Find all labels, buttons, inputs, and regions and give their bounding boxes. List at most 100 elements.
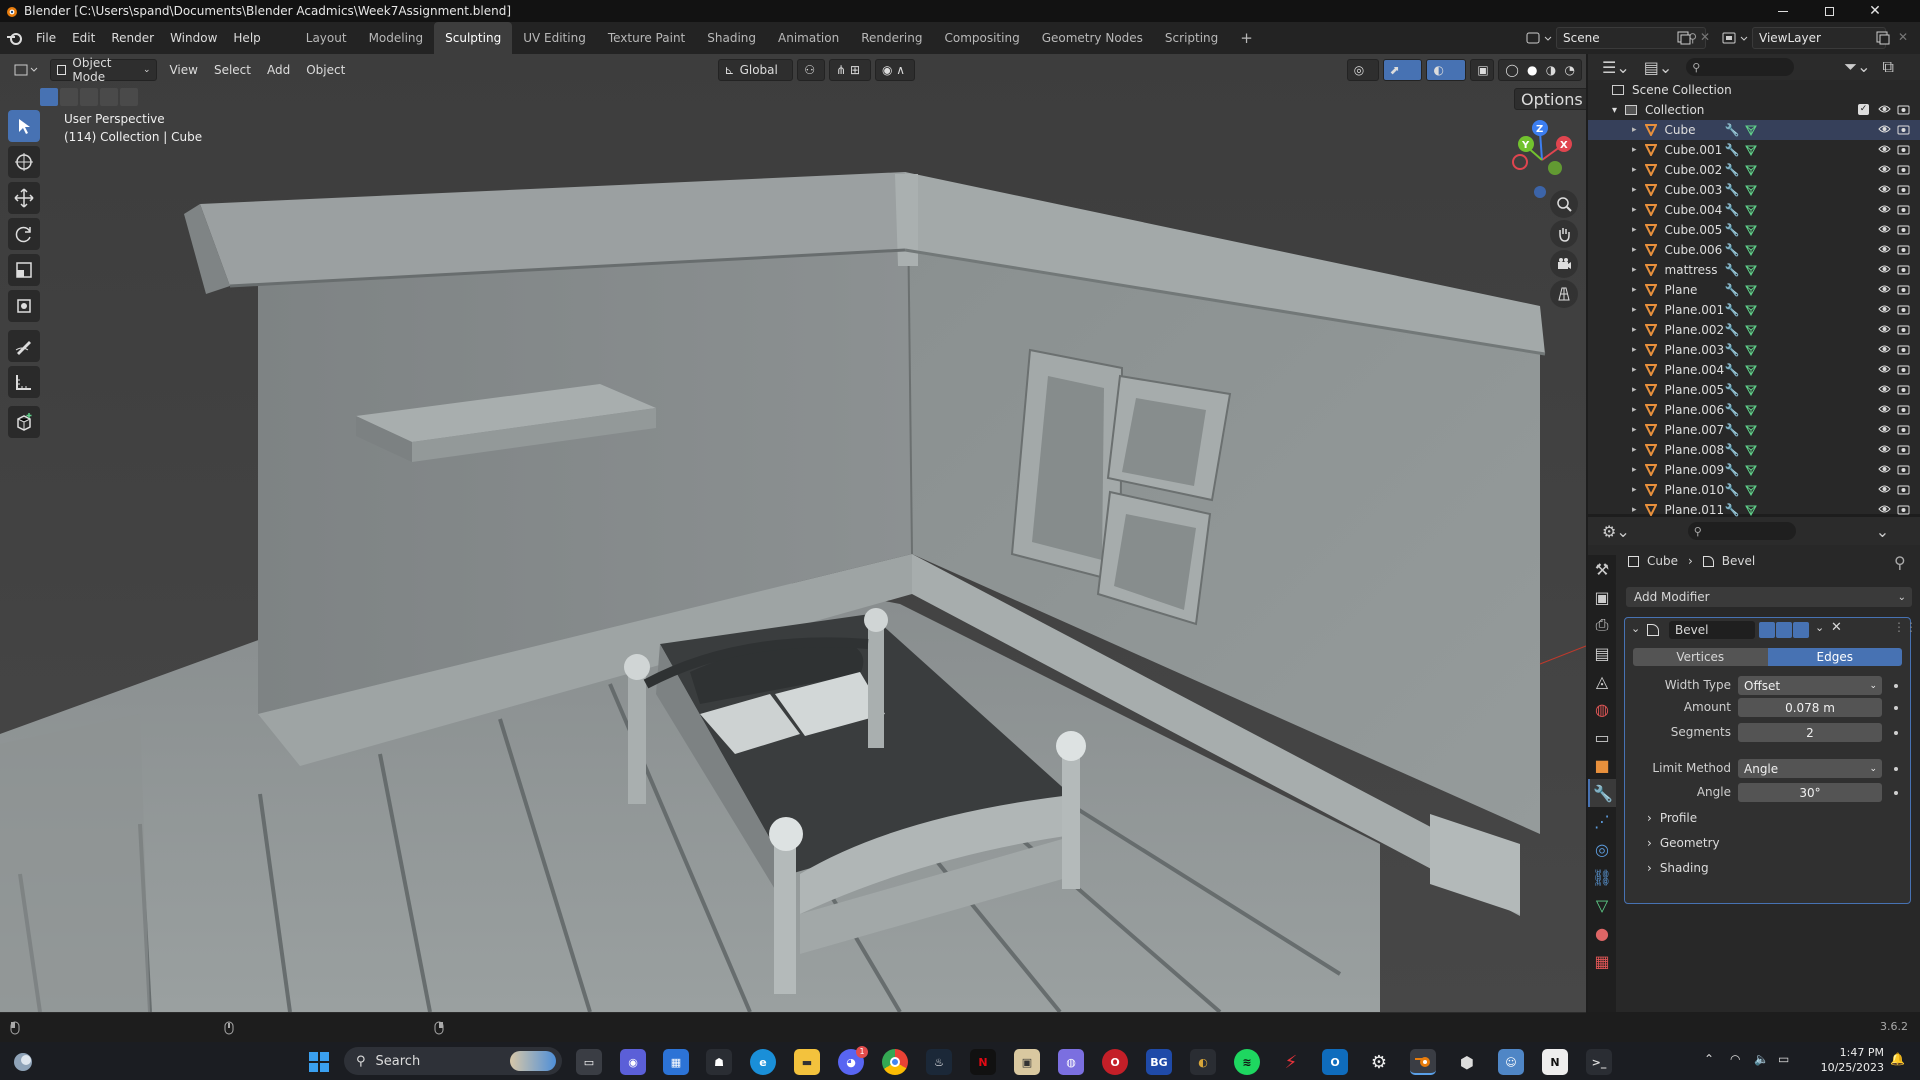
visibility-dropdown[interactable]: ◎	[1346, 59, 1379, 81]
render-camera-icon[interactable]	[1897, 383, 1910, 395]
notion-icon[interactable]: N	[1542, 1049, 1568, 1075]
mesh-data-icon[interactable]	[1745, 404, 1758, 416]
expand-arrow-icon[interactable]: ▸	[1632, 385, 1637, 395]
shading-modes[interactable]: ◯ ● ◑ ◔	[1498, 59, 1583, 81]
viewport-scene[interactable]	[0, 54, 1586, 1012]
render-camera-icon[interactable]	[1897, 263, 1910, 275]
outliner-object-row[interactable]: ▸ mattress 🔧	[1588, 260, 1920, 280]
mesh-data-icon[interactable]	[1745, 124, 1758, 136]
outliner-object-row[interactable]: ▸ Plane.004 🔧	[1588, 360, 1920, 380]
limit-method-dropdown[interactable]: Angle ⌄	[1738, 759, 1882, 778]
expand-arrow-icon[interactable]: ▸	[1632, 245, 1637, 255]
expand-arrow-icon[interactable]: ▸	[1632, 365, 1637, 375]
expand-arrow-icon[interactable]: ▸	[1632, 485, 1637, 495]
new-view-layer-icon[interactable]	[1876, 31, 1890, 45]
mesh-data-icon[interactable]	[1745, 164, 1758, 176]
modifier-wrench-icon[interactable]: 🔧	[1725, 223, 1740, 237]
proportional-editing-toggle[interactable]: ◉ ∧	[874, 59, 915, 81]
render-camera-icon[interactable]	[1897, 223, 1910, 235]
outliner-object-row[interactable]: ▸ Cube.003 🔧	[1588, 180, 1920, 200]
eye-icon[interactable]	[1878, 163, 1891, 175]
modifier-wrench-icon[interactable]: 🔧	[1725, 243, 1740, 257]
modifier-wrench-icon[interactable]: 🔧	[1725, 283, 1740, 297]
mesh-data-icon[interactable]	[1745, 424, 1758, 436]
scene-icon[interactable]	[1526, 30, 1552, 46]
expand-arrow-icon[interactable]: ▸	[1632, 125, 1637, 135]
render-camera-icon[interactable]	[1897, 243, 1910, 255]
transform-orientation-dropdown[interactable]: ⊾ Global	[717, 59, 794, 81]
modifier-wrench-icon[interactable]: 🔧	[1725, 363, 1740, 377]
eye-icon[interactable]	[1878, 383, 1891, 395]
steam-icon[interactable]: ♨	[926, 1049, 952, 1075]
render-camera-icon[interactable]	[1897, 143, 1910, 155]
solid-shading-icon[interactable]: ●	[1527, 63, 1537, 77]
keyframe-dot-icon[interactable]	[1894, 731, 1898, 735]
expand-arrow-icon[interactable]: ▸	[1632, 505, 1637, 515]
mesh-data-icon[interactable]	[1745, 344, 1758, 356]
xbox-controller-icon[interactable]: ◍	[1058, 1049, 1084, 1075]
tab-compositing[interactable]: Compositing	[933, 22, 1030, 54]
menu-window[interactable]: Window	[162, 22, 225, 54]
unity-icon[interactable]: ⬢	[1454, 1049, 1480, 1075]
measure-tool[interactable]	[8, 366, 40, 398]
filter-icon[interactable]: ⏷⌄	[1844, 57, 1870, 77]
eye-icon[interactable]	[1878, 303, 1891, 315]
teams-icon[interactable]: ◉	[620, 1049, 646, 1075]
outliner-editor-type-icon[interactable]: ☰⌄	[1602, 58, 1630, 77]
perspective-toggle-icon[interactable]	[1550, 280, 1578, 308]
object-tab-icon[interactable]: ■	[1588, 751, 1616, 779]
mesh-data-icon[interactable]	[1745, 504, 1758, 516]
view-layer-selector[interactable]: ViewLayer	[1752, 27, 1886, 49]
alienware-icon[interactable]: ☗	[706, 1049, 732, 1075]
select-invert-icon[interactable]	[100, 88, 118, 106]
select-box-tool[interactable]	[8, 110, 40, 142]
tab-animation[interactable]: Animation	[767, 22, 850, 54]
modifier-wrench-icon[interactable]: 🔧	[1725, 343, 1740, 357]
modifier-wrench-icon[interactable]: 🔧	[1725, 383, 1740, 397]
geometry-subpanel[interactable]: › Geometry	[1647, 836, 1720, 850]
eye-icon[interactable]	[1878, 243, 1891, 255]
mesh-data-icon[interactable]	[1745, 384, 1758, 396]
clock[interactable]: 1:47 PM 10/25/2023	[1814, 1045, 1884, 1075]
render-camera-icon[interactable]	[1897, 323, 1910, 335]
add-cube-tool[interactable]	[8, 406, 40, 438]
eye-icon[interactable]	[1878, 223, 1891, 235]
render-camera-icon[interactable]	[1897, 363, 1910, 375]
expand-arrow-icon[interactable]: ▸	[1632, 165, 1637, 175]
edit-mode-toggle-icon[interactable]	[1759, 622, 1775, 638]
wifi-icon[interactable]: ◠	[1730, 1052, 1740, 1066]
exclude-checkbox[interactable]: ✓	[1858, 104, 1869, 115]
pin-icon[interactable]: ⚲	[1894, 553, 1906, 572]
render-camera-icon[interactable]	[1897, 303, 1910, 315]
collapse-arrow-icon[interactable]: ▾	[1612, 105, 1617, 116]
outliner-object-row[interactable]: ▸ Plane.005 🔧	[1588, 380, 1920, 400]
godot-icon[interactable]: ☺	[1498, 1049, 1524, 1075]
mesh-data-icon[interactable]	[1745, 364, 1758, 376]
taskbar-search[interactable]: ⚲ Search	[344, 1047, 562, 1075]
photos-icon[interactable]: ▣	[1014, 1049, 1040, 1075]
tab-modeling[interactable]: Modeling	[358, 22, 435, 54]
modifier-wrench-icon[interactable]: 🔧	[1725, 183, 1740, 197]
render-camera-icon[interactable]	[1897, 483, 1910, 495]
outlook-icon[interactable]: O	[1322, 1049, 1348, 1075]
angle-field[interactable]: 30°	[1738, 783, 1882, 802]
speed-app-icon[interactable]: ⚡	[1278, 1049, 1304, 1075]
eye-icon[interactable]	[1878, 143, 1891, 155]
outliner-object-row[interactable]: ▸ Plane.001 🔧	[1588, 300, 1920, 320]
expand-arrow-icon[interactable]: ▸	[1632, 205, 1637, 215]
outliner-search-input[interactable]: ⚲	[1686, 58, 1795, 76]
windows-start-icon[interactable]	[306, 1049, 332, 1075]
pan-hand-icon[interactable]	[1550, 220, 1578, 248]
object-mode-dropdown[interactable]: Object Mode ⌄	[49, 56, 158, 84]
render-camera-icon[interactable]	[1897, 123, 1910, 135]
new-collection-icon[interactable]: ⧉	[1883, 57, 1894, 77]
tab-edges[interactable]: Edges	[1767, 648, 1902, 666]
properties-search-input[interactable]: ⚲	[1687, 522, 1796, 540]
microsoft-store-icon[interactable]: ▦	[663, 1049, 689, 1075]
modifier-wrench-icon[interactable]: 🔧	[1725, 403, 1740, 417]
view-layer-icon[interactable]	[1722, 30, 1748, 46]
tool-tab-icon[interactable]: ⚒	[1588, 555, 1616, 583]
rendered-shading-icon[interactable]: ◔	[1565, 63, 1575, 77]
tab-rendering[interactable]: Rendering	[850, 22, 933, 54]
outliner-object-row[interactable]: ▸ Plane.009 🔧	[1588, 460, 1920, 480]
